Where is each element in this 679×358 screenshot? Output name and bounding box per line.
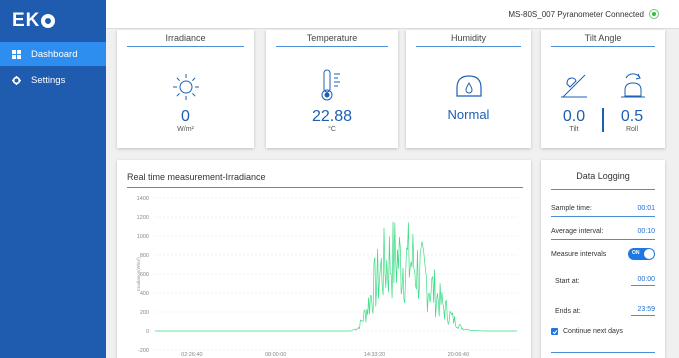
ends-at-row: Ends at: 23:59 xyxy=(555,306,655,316)
x-tick-label: 14:33:20 xyxy=(364,352,385,358)
bottom-divider xyxy=(551,352,655,353)
sample-time-label: Sample time: xyxy=(551,205,592,212)
y-tick-label: -200 xyxy=(138,348,149,354)
continue-next-days-label: Continue next days xyxy=(563,328,623,335)
eko-logo[interactable]: EK xyxy=(0,0,106,42)
roll-icon xyxy=(618,68,648,105)
roll-label: Roll xyxy=(625,126,639,133)
ends-at-input[interactable]: 23:59 xyxy=(631,306,655,316)
irradiance-value: 0 xyxy=(181,108,190,125)
sidebar-item-label: Settings xyxy=(31,74,66,86)
card-title: Irradiance xyxy=(127,33,244,47)
gear-icon xyxy=(12,75,21,85)
humidity-card: Humidity Normal xyxy=(406,30,531,148)
irradiance-series-line xyxy=(155,221,517,332)
dashboard-icon xyxy=(12,49,21,59)
y-tick-label: 800 xyxy=(140,253,149,259)
x-tick-label: 20:06:40 xyxy=(448,352,469,358)
measure-intervals-label: Measure intervals xyxy=(551,250,607,258)
y-tick-label: 0 xyxy=(146,329,149,335)
measure-intervals-toggle[interactable]: ON xyxy=(628,248,655,260)
y-tick-label: 1000 xyxy=(137,234,149,240)
temperature-unit: °C xyxy=(328,126,336,133)
average-interval-row: Average interval: 00:10 xyxy=(551,228,655,240)
y-axis-label: Irradiance(W/m²) xyxy=(136,257,141,291)
irradiance-chart: 1400 1200 1000 800 600 400 200 0 -200 02:26:40 08:… xyxy=(136,196,517,358)
y-tick-label: 1200 xyxy=(137,215,149,221)
sidebar-item-dashboard[interactable]: Dashboard xyxy=(0,42,106,66)
sidebar-item-label: Dashboard xyxy=(31,48,78,60)
checkbox-checked-icon[interactable] xyxy=(551,328,558,335)
temperature-value: 22.88 xyxy=(311,108,353,125)
data-logging-panel: Data Logging Sample time: 00:01 Average … xyxy=(541,160,665,358)
irradiance-unit: W/m² xyxy=(177,126,194,133)
tilt-icon xyxy=(559,70,589,105)
toggle-label: ON xyxy=(632,250,640,256)
sample-time-value[interactable]: 00:01 xyxy=(637,205,655,212)
logo-o xyxy=(41,14,56,28)
sun-icon xyxy=(171,72,201,107)
top-bar: MS-80S_007 Pyranometer Connected xyxy=(106,0,679,29)
connection-status: MS-80S_007 Pyranometer Connected xyxy=(508,9,659,19)
sidebar-item-settings[interactable]: Settings xyxy=(0,68,106,92)
tilt-angle-card: Tilt Angle 0.0 Tilt 0.5 Roll xyxy=(541,30,665,148)
roll-value: 0.5 xyxy=(620,108,644,125)
card-title: Humidity xyxy=(416,33,521,47)
data-logging-title: Data Logging xyxy=(551,171,655,190)
sidebar: EK Dashboard Settings xyxy=(0,0,106,358)
divider xyxy=(602,108,604,132)
connection-indicator-icon xyxy=(649,9,659,19)
sample-time-row: Sample time: 00:01 xyxy=(551,205,655,217)
thermometer-icon xyxy=(318,68,346,107)
card-title: Temperature xyxy=(276,33,388,47)
start-at-label: Start at: xyxy=(555,277,580,285)
humidity-value: Normal xyxy=(447,107,490,122)
chart-panel: Real time measurement-Irradiance 1400 120… xyxy=(117,160,531,358)
card-title: Tilt Angle xyxy=(551,33,655,47)
start-at-row: Start at: 00:00 xyxy=(555,276,655,286)
ends-at-label: Ends at: xyxy=(555,307,581,315)
y-tick-label: 600 xyxy=(140,272,149,278)
y-tick-label: 1400 xyxy=(137,196,149,202)
continue-next-days-row[interactable]: Continue next days xyxy=(551,328,655,335)
y-tick-label: 200 xyxy=(140,310,149,316)
tilt-label: Tilt xyxy=(569,126,579,133)
average-interval-value[interactable]: 00:10 xyxy=(637,228,655,235)
temperature-card: Temperature 22.88 °C xyxy=(266,30,398,148)
connection-status-text: MS-80S_007 Pyranometer Connected xyxy=(508,9,644,19)
logo-text: EK xyxy=(12,10,41,31)
average-interval-label: Average interval: xyxy=(551,228,604,235)
humidity-dome-icon xyxy=(454,72,484,105)
measure-intervals-row: Measure intervals ON xyxy=(551,248,655,260)
x-tick-label: 08:00:00 xyxy=(265,352,286,358)
irradiance-card: Irradiance 0 W/m² xyxy=(117,30,254,148)
tilt-value: 0.0 xyxy=(562,108,586,125)
y-tick-label: 400 xyxy=(140,291,149,297)
start-at-input[interactable]: 00:00 xyxy=(631,276,655,286)
x-tick-label: 02:26:40 xyxy=(181,352,202,358)
